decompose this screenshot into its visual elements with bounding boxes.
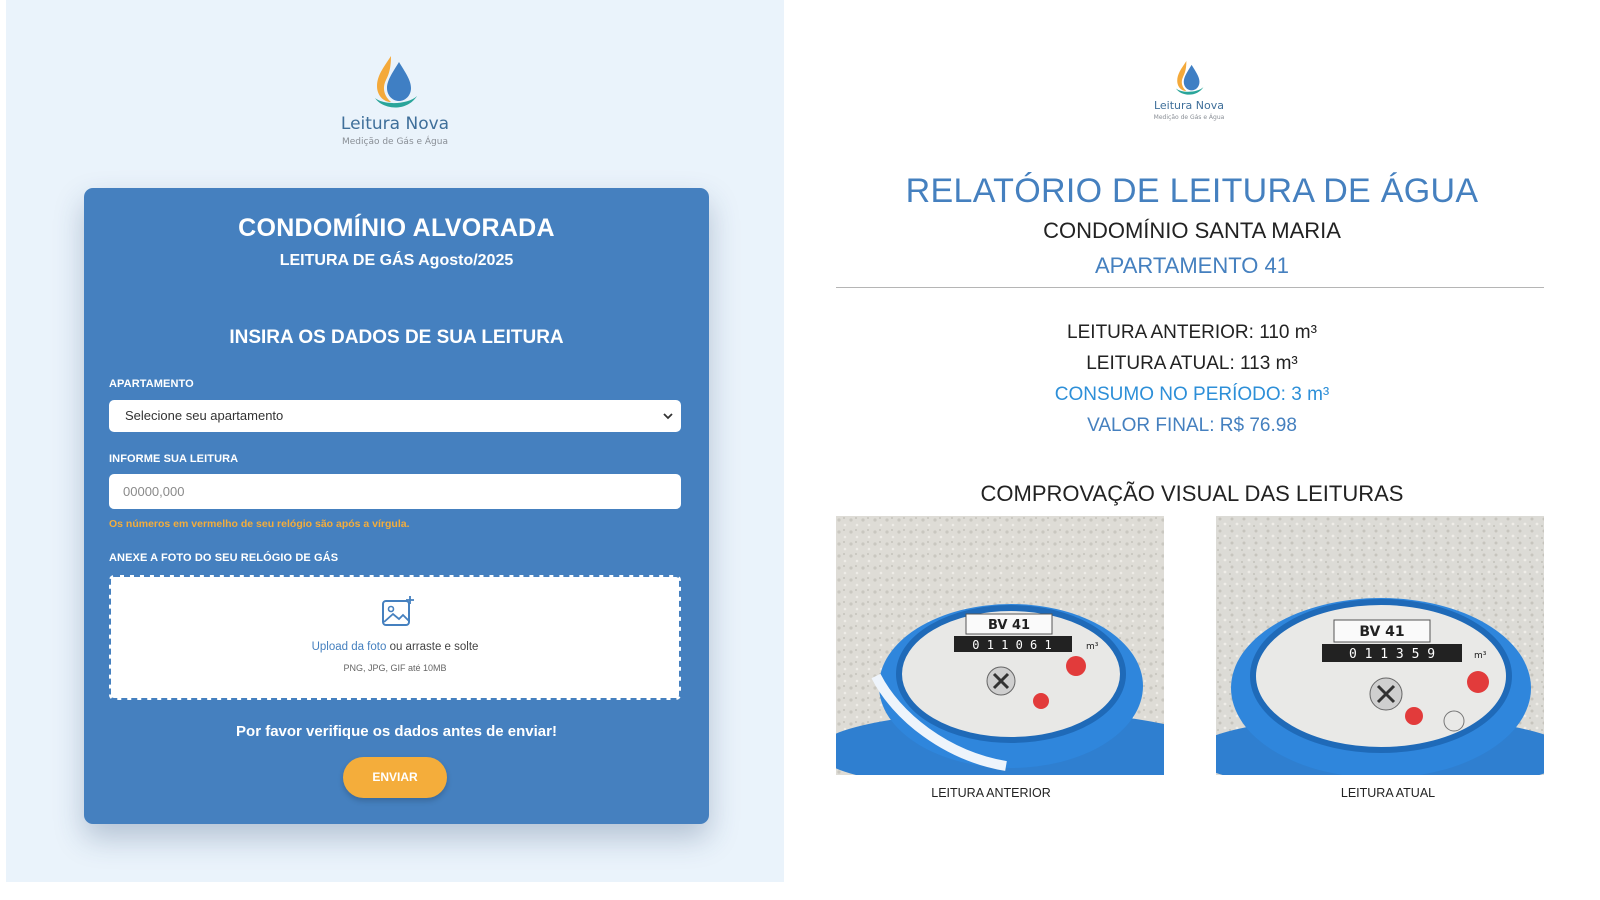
- period-consumption: CONSUMO NO PERÍODO: 3 m³: [1054, 384, 1330, 405]
- apartment-select-value: Selecione seu apartamento: [125, 408, 284, 423]
- previous-meter-photo: BV 41 0 1 1 0 6 1 m³: [836, 516, 1164, 775]
- upload-formats: PNG, JPG, GIF até 10MB: [343, 663, 447, 673]
- form-page: Leitura Nova Medição de Gás e Água CONDO…: [6, 0, 784, 882]
- brand-tagline: Medição de Gás e Água: [342, 137, 448, 147]
- drop-flame-logo-icon: [375, 56, 417, 108]
- drop-flame-logo-icon: [1175, 61, 1204, 95]
- current-meter-digits: 0 1 1 3 5 9: [1349, 647, 1435, 662]
- report-condominium: CONDOMÍNIO SANTA MARIA: [1043, 218, 1341, 243]
- brand-name: Leitura Nova: [340, 114, 450, 134]
- upload-drag-text: ou arraste e solte: [386, 641, 479, 653]
- previous-meter-label: BV 41: [988, 618, 1030, 633]
- previous-meter-unit: m³: [1086, 642, 1099, 652]
- photo-label: ANEXE A FOTO DO SEU RELÓGIO DE GÁS: [109, 552, 339, 564]
- reading-period-subtitle: LEITURA DE GÁS Agosto/2025: [279, 252, 514, 269]
- condominium-title: CONDOMÍNIO ALVORADA: [238, 214, 555, 242]
- upload-link[interactable]: Upload da foto: [312, 641, 387, 653]
- report-apartment: APARTAMENTO 41: [1095, 253, 1289, 278]
- previous-reading: LEITURA ANTERIOR: 110 m³: [1067, 322, 1317, 343]
- brand-logo: Leitura Nova Medição de Gás e Água: [295, 52, 495, 147]
- add-image-icon: [382, 596, 414, 626]
- reading-label: INFORME SUA LEITURA: [109, 453, 239, 465]
- current-reading: LEITURA ATUAL: 113 m³: [1086, 353, 1298, 374]
- previous-meter-digits: 0 1 1 0 6 1: [972, 638, 1051, 652]
- report-brand-tagline: Medição de Gás e Água: [1153, 114, 1225, 121]
- apartment-select[interactable]: Selecione seu apartamento: [109, 400, 681, 432]
- final-value: VALOR FINAL: R$ 76.98: [1087, 415, 1297, 436]
- current-meter-photo: BV 41 0 1 1 3 5 9 m³: [1216, 516, 1544, 775]
- verify-notice: Por favor verifique os dados antes de en…: [236, 723, 557, 740]
- report-page: Leitura Nova Medição de Gás e Água RELAT…: [784, 0, 1600, 900]
- report-brand-logo: Leitura Nova Medição de Gás e Água: [1139, 58, 1239, 121]
- current-photo-caption: LEITURA ATUAL: [1340, 786, 1436, 800]
- upload-instruction: Upload da foto ou arraste e solte: [111, 641, 679, 653]
- water-meter-image: BV 41 0 1 1 0 6 1 m³: [836, 516, 1164, 775]
- previous-photo-caption: LEITURA ANTERIOR: [931, 786, 1051, 800]
- reading-hint: Os números em vermelho de seu relógio sã…: [109, 518, 410, 530]
- report-title: RELATÓRIO DE LEITURA DE ÁGUA: [905, 172, 1479, 210]
- reading-input[interactable]: 00000,000: [109, 474, 681, 509]
- reading-form-card: CONDOMÍNIO ALVORADA LEITURA DE GÁS Agost…: [84, 188, 709, 824]
- form-section-heading: INSIRA OS DADOS DE SUA LEITURA: [229, 327, 564, 348]
- current-meter-unit: m³: [1474, 651, 1487, 661]
- apartment-label: APARTAMENTO: [109, 378, 194, 390]
- report-divider: [836, 287, 1544, 288]
- water-meter-image: BV 41 0 1 1 3 5 9 m³: [1216, 516, 1544, 775]
- visual-proof-heading: COMPROVAÇÃO VISUAL DAS LEITURAS: [980, 481, 1404, 506]
- photo-dropzone[interactable]: Upload da foto ou arraste e solte PNG, J…: [109, 575, 681, 700]
- current-meter-label: BV 41: [1359, 624, 1404, 640]
- chevron-down-icon: [663, 413, 673, 420]
- report-brand-name: Leitura Nova: [1153, 99, 1224, 112]
- submit-button[interactable]: ENVIAR: [343, 757, 447, 798]
